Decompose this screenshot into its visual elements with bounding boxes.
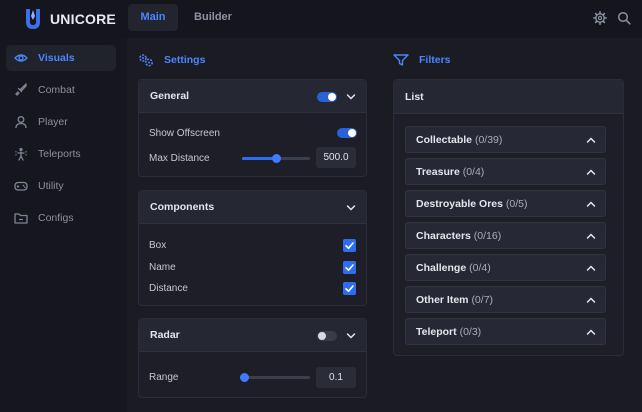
sidebar-item-label: Configs xyxy=(38,212,74,224)
sidebar-item-utility[interactable]: Utility xyxy=(6,173,116,199)
user-icon xyxy=(15,116,27,129)
chevron-up-icon[interactable] xyxy=(586,232,596,240)
filters-list-panel: List Collectable (0/39) Treasure (0/4) Des… xyxy=(393,79,624,356)
filter-item-name: Destroyable Ores xyxy=(416,198,503,210)
chevron-up-icon[interactable] xyxy=(586,328,596,336)
sidebar: Visuals Combat Player Teleports Utility xyxy=(0,38,123,412)
filter-icon xyxy=(393,54,409,66)
radar-range-slider[interactable] xyxy=(240,373,310,382)
max-distance-slider-fill xyxy=(242,157,276,160)
components-header[interactable]: Components xyxy=(139,191,366,224)
filter-item-teleport[interactable]: Teleport (0/3) xyxy=(405,318,606,345)
component-box-checkbox[interactable] xyxy=(343,239,356,252)
filter-item-count: (0/39) xyxy=(474,134,503,146)
sidebar-item-label: Utility xyxy=(38,180,64,192)
filter-item-label: Challenge (0/4) xyxy=(416,262,491,274)
radar-range-value[interactable]: 0.1 xyxy=(316,367,356,388)
filter-item-label: Collectable (0/39) xyxy=(416,134,502,146)
chevron-up-icon[interactable] xyxy=(586,168,596,176)
sidebar-item-visuals[interactable]: Visuals xyxy=(6,45,116,71)
chevron-up-icon[interactable] xyxy=(586,264,596,272)
max-distance-slider-handle[interactable] xyxy=(272,154,281,163)
eye-icon xyxy=(14,54,28,62)
filter-item-label: Characters (0/16) xyxy=(416,230,501,242)
search-icon[interactable] xyxy=(617,11,631,25)
sidebar-item-combat[interactable]: Combat xyxy=(6,77,116,103)
teleport-icon xyxy=(15,147,27,161)
sidebar-item-player[interactable]: Player xyxy=(6,109,116,135)
filter-item-label: Destroyable Ores (0/5) xyxy=(416,198,527,210)
general-section: General Show Offscreen Max Distance 500.… xyxy=(138,79,367,177)
settings-gears-icon xyxy=(139,54,153,67)
filter-item-collectable[interactable]: Collectable (0/39) xyxy=(405,126,606,153)
gear-icon[interactable] xyxy=(593,11,607,25)
filters-list-label: List xyxy=(405,91,424,103)
filters-list-header: List xyxy=(394,80,623,114)
tab-builder[interactable]: Builder xyxy=(186,4,240,31)
sidebar-item-label: Visuals xyxy=(38,52,75,64)
filter-item-name: Collectable xyxy=(416,134,473,146)
tab-main[interactable]: Main xyxy=(128,4,178,31)
folder-icon xyxy=(14,213,28,224)
filter-item-label: Treasure (0/4) xyxy=(416,166,484,178)
sword-icon xyxy=(15,83,27,96)
general-title: General xyxy=(150,90,190,102)
show-offscreen-toggle[interactable] xyxy=(337,128,357,138)
radar-header[interactable]: Radar xyxy=(139,319,366,352)
chevron-up-icon[interactable] xyxy=(586,200,596,208)
max-distance-slider[interactable] xyxy=(242,154,310,163)
chevron-down-icon[interactable] xyxy=(346,93,356,101)
filters-title: Filters xyxy=(419,54,451,66)
component-distance-checkbox[interactable] xyxy=(343,282,356,295)
brand-name: UNICORE xyxy=(50,11,116,27)
max-distance-value[interactable]: 500.0 xyxy=(316,147,356,168)
radar-section: Radar Range 0.1 xyxy=(138,318,367,398)
filter-item-treasure[interactable]: Treasure (0/4) xyxy=(405,158,606,185)
filter-item-count: (0/5) xyxy=(505,198,528,210)
settings-title: Settings xyxy=(164,54,206,66)
component-box-label: Box xyxy=(149,240,167,251)
components-title: Components xyxy=(150,201,215,213)
sidebar-item-label: Player xyxy=(38,116,68,128)
chevron-up-icon[interactable] xyxy=(586,296,596,304)
unicore-logo xyxy=(26,9,40,29)
filter-item-challenge[interactable]: Challenge (0/4) xyxy=(405,254,606,281)
filter-item-characters[interactable]: Characters (0/16) xyxy=(405,222,606,249)
filter-item-count: (0/3) xyxy=(459,326,482,338)
radar-enable-toggle[interactable] xyxy=(317,331,337,341)
filter-item-label: Teleport (0/3) xyxy=(416,326,481,338)
sidebar-item-configs[interactable]: Configs xyxy=(6,205,116,231)
radar-range-label: Range xyxy=(149,372,179,383)
sidebar-item-label: Combat xyxy=(38,84,75,96)
filter-item-count: (0/7) xyxy=(471,294,494,306)
general-enable-toggle[interactable] xyxy=(317,92,337,102)
gamepad-icon xyxy=(14,181,28,191)
general-header[interactable]: General xyxy=(139,80,366,113)
components-section: Components Box Name Distance xyxy=(138,190,367,306)
chevron-down-icon[interactable] xyxy=(346,332,356,340)
filter-item-count: (0/4) xyxy=(469,262,491,274)
top-bar: UNICORE Main Builder xyxy=(0,0,642,38)
filter-item-count: (0/16) xyxy=(473,230,502,242)
component-name-label: Name xyxy=(149,262,176,273)
chevron-down-icon[interactable] xyxy=(346,204,356,212)
sidebar-item-teleports[interactable]: Teleports xyxy=(6,141,116,167)
max-distance-label: Max Distance xyxy=(149,153,210,164)
radar-range-slider-handle[interactable] xyxy=(240,373,249,382)
sidebar-item-label: Teleports xyxy=(38,148,81,160)
filter-item-destroyable-ores[interactable]: Destroyable Ores (0/5) xyxy=(405,190,606,217)
component-name-checkbox[interactable] xyxy=(343,261,356,274)
radar-title: Radar xyxy=(150,329,180,341)
filter-item-other-item[interactable]: Other Item (0/7) xyxy=(405,286,606,313)
filter-item-count: (0/4) xyxy=(462,166,485,178)
filter-item-name: Treasure xyxy=(416,166,460,178)
filter-item-name: Characters xyxy=(416,230,471,242)
filter-item-name: Teleport xyxy=(416,326,457,338)
filter-item-name: Challenge xyxy=(416,262,467,274)
component-distance-label: Distance xyxy=(149,283,188,294)
filter-item-name: Other Item xyxy=(416,294,469,306)
chevron-up-icon[interactable] xyxy=(586,136,596,144)
filter-item-label: Other Item (0/7) xyxy=(416,294,493,306)
show-offscreen-label: Show Offscreen xyxy=(149,128,220,139)
